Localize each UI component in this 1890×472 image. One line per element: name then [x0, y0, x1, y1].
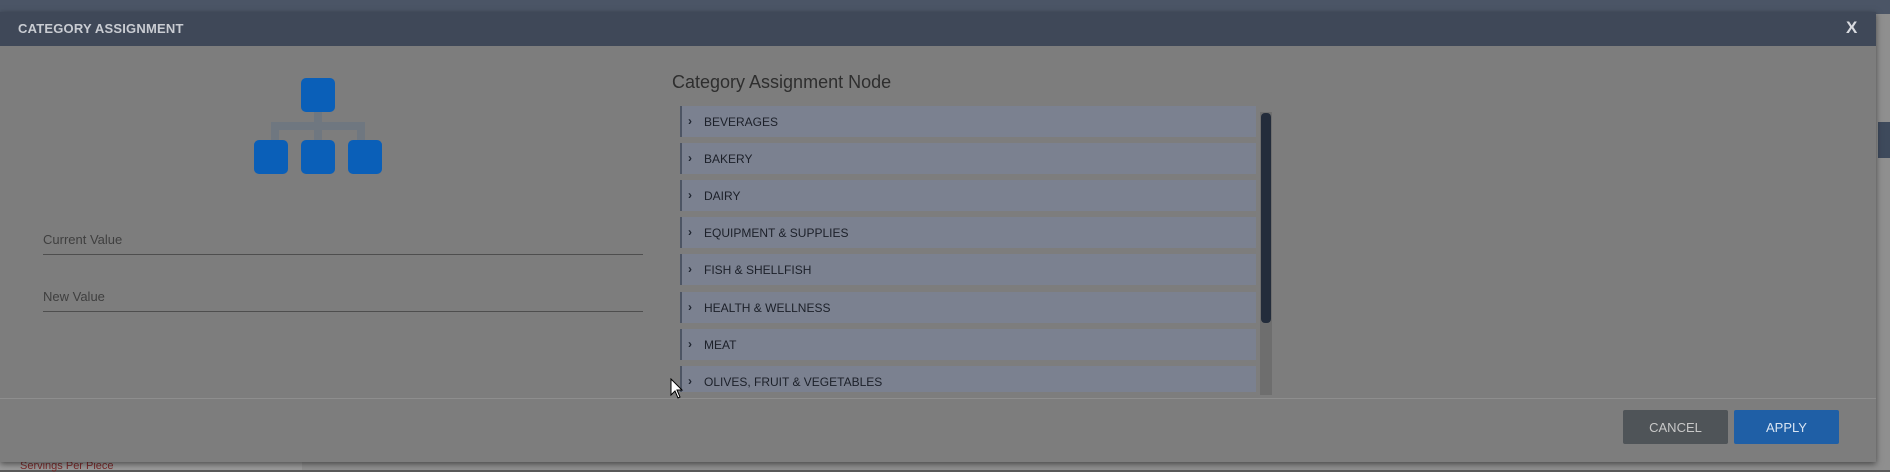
tree-item-label: FISH & SHELLFISH [704, 263, 812, 277]
new-value-field[interactable]: New Value [43, 289, 643, 312]
category-assignment-modal: CATEGORY ASSIGNMENT X Current Value New … [0, 12, 1876, 462]
current-value-label: Current Value [43, 232, 123, 247]
tree-item-beverages[interactable]: › BEVERAGES [680, 106, 1256, 137]
new-value-underline [43, 311, 643, 312]
footer-divider [0, 398, 1876, 399]
chevron-right-icon[interactable]: › [688, 337, 692, 351]
modal-header: CATEGORY ASSIGNMENT X [0, 12, 1876, 46]
category-tree: › BEVERAGES › BAKERY › DAIRY › EQUIPMENT… [680, 106, 1272, 392]
cancel-button[interactable]: CANCEL [1623, 410, 1728, 444]
chevron-right-icon[interactable]: › [688, 114, 692, 128]
tree-item-label: BAKERY [704, 152, 753, 166]
modal-title: CATEGORY ASSIGNMENT [18, 21, 184, 36]
tree-item-meat[interactable]: › MEAT [680, 329, 1256, 360]
current-value-field[interactable]: Current Value [43, 232, 643, 255]
chevron-right-icon[interactable]: › [688, 262, 692, 276]
apply-button[interactable]: APPLY [1734, 410, 1839, 444]
tree-item-label: DAIRY [704, 189, 741, 203]
current-value-underline [43, 254, 643, 255]
new-value-label: New Value [43, 289, 105, 304]
chevron-right-icon[interactable]: › [688, 225, 692, 239]
tree-item-dairy[interactable]: › DAIRY [680, 180, 1256, 211]
tree-item-label: MEAT [704, 338, 737, 352]
chevron-right-icon[interactable]: › [688, 188, 692, 202]
tree-item-label: OLIVES, FRUIT & VEGETABLES [704, 375, 883, 389]
tree-item-equipment-supplies[interactable]: › EQUIPMENT & SUPPLIES [680, 217, 1256, 248]
tree-item-health-wellness[interactable]: › HEALTH & WELLNESS [680, 292, 1256, 323]
tree-item-label: BEVERAGES [704, 115, 779, 129]
hierarchy-icon [254, 78, 382, 174]
tree-item-label: EQUIPMENT & SUPPLIES [704, 226, 849, 240]
chevron-right-icon[interactable]: › [688, 300, 692, 314]
tree-item-label: HEALTH & WELLNESS [704, 301, 831, 315]
background-right-block [1878, 122, 1890, 158]
mouse-cursor-icon [670, 378, 684, 399]
tree-scrollbar-thumb[interactable] [1261, 113, 1271, 323]
tree-item-fish-shellfish[interactable]: › FISH & SHELLFISH [680, 254, 1256, 285]
close-button[interactable]: X [1846, 18, 1857, 38]
chevron-right-icon[interactable]: › [688, 374, 692, 388]
tree-title: Category Assignment Node [672, 72, 892, 92]
chevron-right-icon[interactable]: › [688, 151, 692, 165]
tree-item-olives-fruit-vegetables[interactable]: › OLIVES, FRUIT & VEGETABLES [680, 366, 1256, 392]
tree-item-bakery[interactable]: › BAKERY [680, 143, 1256, 174]
